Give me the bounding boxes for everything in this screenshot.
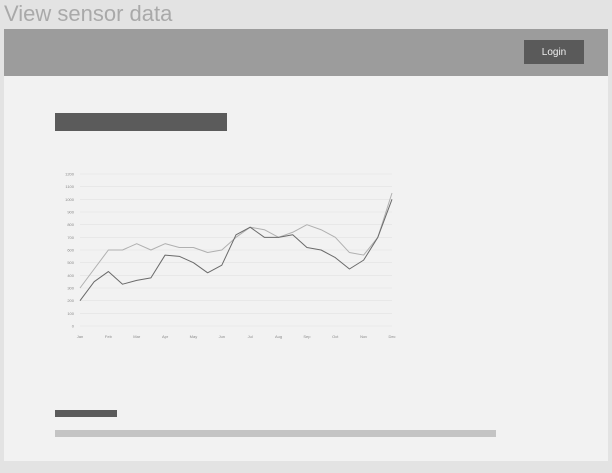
sensor-chart: 0 100 200 300 400 500 600 700 800 900 1000 1100 1200… [52, 166, 402, 346]
y-tick-label: 900 [67, 210, 74, 215]
footer-strip [0, 461, 612, 473]
y-tick-label: 1200 [65, 172, 75, 177]
footer-track-placeholder [55, 430, 496, 437]
x-tick-label: Dec [388, 334, 395, 339]
page-title: View sensor data [4, 1, 173, 26]
y-tick-label: 100 [67, 311, 74, 316]
x-tick-label: Oct [332, 334, 339, 339]
x-tick-label: Mar [133, 334, 141, 339]
heading-placeholder [55, 113, 227, 131]
x-tick-label: Jul [248, 334, 253, 339]
y-tick-label: 600 [67, 248, 74, 253]
x-tick-label: Aug [275, 334, 282, 339]
x-tick-label: Sep [303, 334, 311, 339]
y-tick-label: 1100 [65, 184, 74, 189]
y-tick-label: 800 [67, 222, 74, 227]
x-tick-label: Jan [77, 334, 83, 339]
series-line-1 [79, 192, 393, 289]
x-tick-label: Jun [219, 334, 225, 339]
y-tick-label: 400 [67, 273, 74, 278]
x-tick-label: May [190, 334, 198, 339]
x-tick-label: Feb [105, 334, 113, 339]
y-tick-label: 1000 [65, 197, 75, 202]
y-tick-label: 200 [67, 298, 74, 303]
login-button[interactable]: Login [524, 40, 584, 64]
y-tick-label: 700 [67, 235, 74, 240]
header-bar: Login [4, 29, 608, 76]
footer-label-placeholder [55, 410, 117, 417]
y-tick-label: 0 [72, 324, 75, 329]
sensor-chart-svg: 0 100 200 300 400 500 600 700 800 900 1000 1100 1200… [65, 172, 395, 340]
y-tick-label: 500 [67, 260, 74, 265]
x-tick-label: Nov [360, 334, 367, 339]
main-content: 0 100 200 300 400 500 600 700 800 900 1000 1100 1200… [4, 76, 608, 461]
y-tick-label: 300 [67, 286, 74, 291]
x-tick-label: Apr [162, 334, 169, 339]
